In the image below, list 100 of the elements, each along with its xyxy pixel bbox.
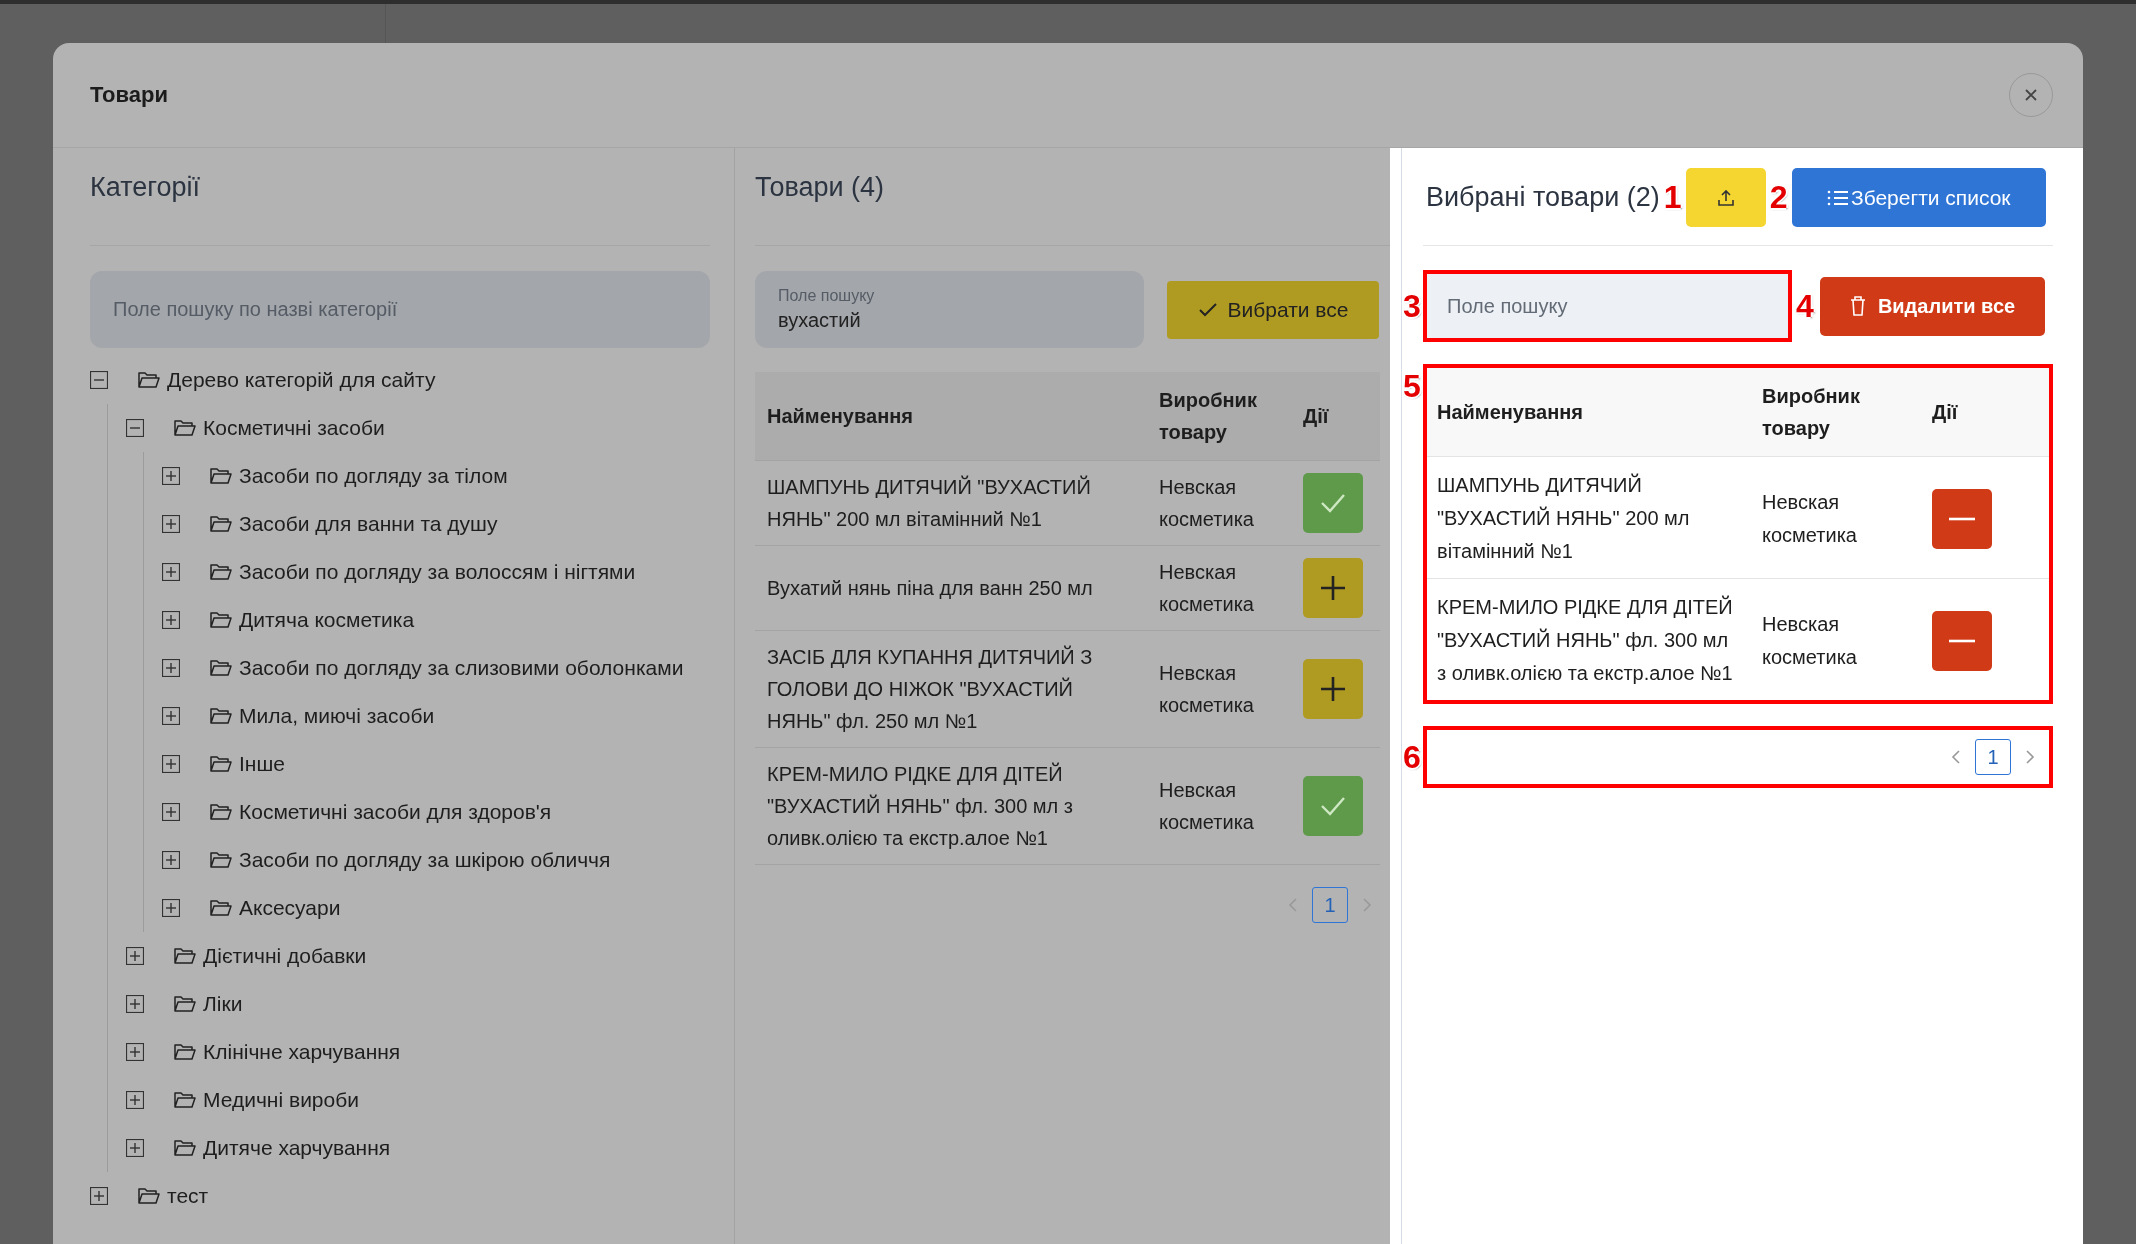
chevron-left-icon[interactable] xyxy=(1951,749,1961,765)
expand-icon[interactable] xyxy=(126,947,144,965)
table-cell: Невская косметика xyxy=(1752,578,1922,700)
check-icon xyxy=(1320,492,1346,514)
table-cell: Невская косметика xyxy=(1752,456,1922,579)
table-cell: Невская косметика xyxy=(1147,545,1291,631)
folder-icon xyxy=(210,851,232,869)
folder-icon xyxy=(138,1187,160,1205)
category-item[interactable]: Засоби для ванни та душу xyxy=(239,512,498,536)
folder-icon xyxy=(174,419,196,437)
folder-icon xyxy=(174,1091,196,1109)
upload-icon xyxy=(1717,188,1734,207)
column-header: Найменування xyxy=(755,372,1147,461)
remove-button[interactable] xyxy=(1932,610,1992,671)
remove-button[interactable] xyxy=(1932,488,1992,549)
category-item[interactable]: Дієтичні добавки xyxy=(203,944,367,968)
callout-number: 2 xyxy=(1768,179,1789,216)
expand-icon[interactable] xyxy=(162,467,180,485)
category-item[interactable]: Засоби по догляду за шкірою обличчя xyxy=(239,848,611,872)
collapse-icon[interactable] xyxy=(90,371,108,389)
folder-icon xyxy=(174,947,196,965)
category-item[interactable]: Косметичні засоби для здоров'я xyxy=(239,800,552,824)
search-field[interactable]: Поле пошуку xyxy=(1427,274,1788,338)
trash-icon xyxy=(1849,296,1866,316)
save-list-button[interactable]: Зберегти список xyxy=(1791,168,2046,227)
expand-icon[interactable] xyxy=(162,563,180,581)
category-item[interactable]: Клінічне харчування xyxy=(203,1040,401,1064)
search-field[interactable]: Поле пошуку по назві категорії xyxy=(90,271,710,348)
folder-icon xyxy=(210,707,232,725)
callout-number: 5 xyxy=(1402,368,1422,405)
callout-number: 4 xyxy=(1795,287,1815,325)
folder-icon xyxy=(174,1139,196,1157)
delete-all-button[interactable]: Видалити все xyxy=(1820,276,2045,336)
table-cell: Вухатий нянь піна для ванн 250 мл xyxy=(755,545,1147,631)
column-header: Дії xyxy=(1291,372,1380,461)
table-cell: ШАМПУНЬ ДИТЯЧИЙ "ВУХАСТИЙ НЯНЬ" 200 мл вітамінний №1 xyxy=(1427,456,1752,579)
category-item[interactable]: Засоби по догляду за слизовими оболонками xyxy=(239,656,684,680)
expand-icon[interactable] xyxy=(162,851,180,869)
folder-icon xyxy=(174,995,196,1013)
expand-icon[interactable] xyxy=(162,659,180,677)
expand-icon[interactable] xyxy=(162,611,180,629)
check-icon xyxy=(1197,301,1218,318)
category-item[interactable]: Ліки xyxy=(203,992,243,1016)
folder-icon xyxy=(210,467,232,485)
column-header: Виробник товару xyxy=(1147,372,1291,461)
expand-icon[interactable] xyxy=(162,707,180,725)
add-button[interactable] xyxy=(1303,659,1363,719)
expand-icon[interactable] xyxy=(126,995,144,1013)
category-item[interactable]: Засоби по догляду за волоссям і нігтями xyxy=(239,560,636,584)
folder-icon xyxy=(210,611,232,629)
select-all-button[interactable]: Вибрати все xyxy=(1167,280,1379,339)
section-title: Категорії xyxy=(90,172,201,203)
category-item[interactable]: Засоби по догляду за тілом xyxy=(239,464,508,488)
minus-icon xyxy=(1949,516,1975,521)
category-item[interactable]: Дерево категорій для сайту xyxy=(167,368,436,392)
expand-icon[interactable] xyxy=(126,1043,144,1061)
close-icon xyxy=(2024,88,2038,102)
category-item[interactable]: Мила, миючі засоби xyxy=(239,704,435,728)
folder-icon xyxy=(210,755,232,773)
table-cell: Невская косметика xyxy=(1147,460,1291,546)
expand-icon[interactable] xyxy=(90,1187,108,1205)
category-item[interactable]: Дитяча косметика xyxy=(239,608,415,632)
folder-icon xyxy=(174,1043,196,1061)
section-title: Товари (4) xyxy=(755,172,885,203)
callout-number: 1 xyxy=(1662,179,1683,216)
search-field[interactable]: Поле пошуку вухастий xyxy=(755,271,1144,348)
table-cell: ЗАСІБ ДЛЯ КУПАННЯ ДИТЯЧИЙ З ГОЛОВИ ДО НІЖОК "ВУХАСТИЙ НЯНЬ" фл. 250 мл №1 xyxy=(755,630,1147,748)
add-button[interactable] xyxy=(1303,558,1363,618)
expand-icon[interactable] xyxy=(162,899,180,917)
minus-icon xyxy=(1949,638,1975,643)
table-cell: Невская косметика xyxy=(1147,630,1291,748)
category-item[interactable]: тест xyxy=(167,1184,209,1208)
chevron-right-icon[interactable] xyxy=(2025,749,2035,765)
folder-icon xyxy=(210,659,232,677)
page-button[interactable]: 1 xyxy=(1975,739,2011,775)
table-cell: ШАМПУНЬ ДИТЯЧИЙ "ВУХАСТИЙ НЯНЬ" 200 мл вітамінний №1 xyxy=(755,460,1147,546)
category-item[interactable]: Косметичні засоби xyxy=(203,416,385,440)
category-item[interactable]: Дитяче харчування xyxy=(203,1136,391,1160)
folder-icon xyxy=(138,371,160,389)
category-item[interactable]: Медичні вироби xyxy=(203,1088,359,1112)
expand-icon[interactable] xyxy=(162,515,180,533)
expand-icon[interactable] xyxy=(162,803,180,821)
plus-icon xyxy=(1320,676,1346,702)
column-header: Виробник товару xyxy=(1752,368,1922,457)
folder-icon xyxy=(210,563,232,581)
search-input[interactable]: вухастий xyxy=(778,309,1121,332)
expand-icon[interactable] xyxy=(126,1139,144,1157)
folder-icon xyxy=(210,899,232,917)
folder-icon xyxy=(210,515,232,533)
table-cell: Невская косметика xyxy=(1147,747,1291,865)
category-item[interactable]: Інше xyxy=(239,752,285,776)
expand-icon[interactable] xyxy=(162,755,180,773)
collapse-icon[interactable] xyxy=(126,419,144,437)
category-item[interactable]: Аксесуари xyxy=(239,896,341,920)
callout-number: 6 xyxy=(1402,738,1422,776)
section-title: Вибрані товари (2) xyxy=(1426,182,1660,213)
callout-number: 3 xyxy=(1402,287,1422,325)
table-cell: КРЕМ-МИЛО РІДКЕ ДЛЯ ДІТЕЙ "ВУХАСТИЙ НЯНЬ" фл. 300 мл з оливк.олією та екстр.алое №1 xyxy=(1427,578,1752,700)
list-icon xyxy=(1826,188,1849,207)
expand-icon[interactable] xyxy=(126,1091,144,1109)
